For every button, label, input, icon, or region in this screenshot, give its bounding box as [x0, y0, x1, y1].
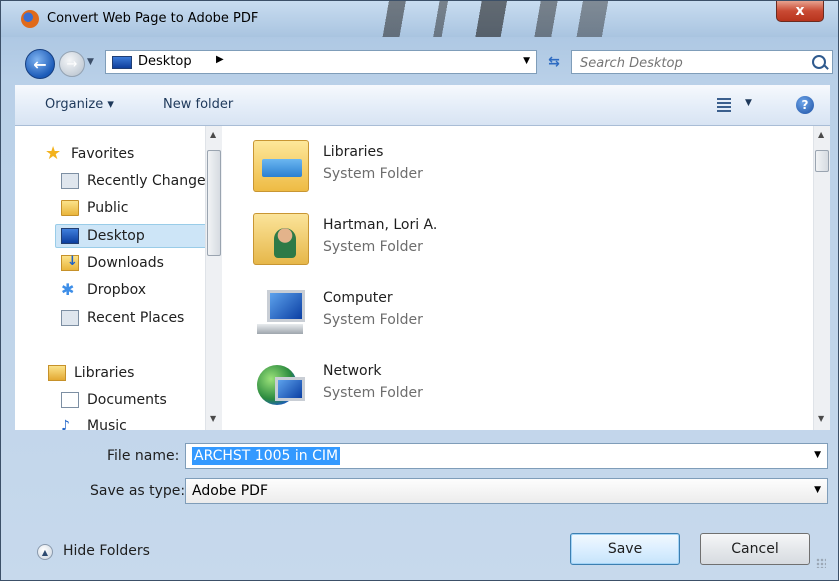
sidebar-item-music[interactable]: ♪ Music: [61, 414, 127, 430]
scrollbar-thumb[interactable]: [815, 150, 829, 172]
view-options-dropdown-icon[interactable]: ▼: [745, 98, 752, 108]
file-name-label: Network: [323, 363, 382, 379]
save-form: File name: ARCHST 1005 in CIM ▼ Save as …: [15, 431, 830, 511]
back-button[interactable]: ←: [25, 49, 55, 79]
sidebar-item-label: Music: [87, 418, 127, 430]
save-dialog-window: Convert Web Page to Adobe PDF x ← → ▼ De…: [0, 0, 839, 581]
sidebar-item-dropbox[interactable]: ✱ Dropbox: [61, 278, 146, 302]
file-list: Libraries System Folder Hartman, Lori A.…: [237, 126, 813, 430]
resize-grip-icon[interactable]: [816, 558, 826, 568]
search-box[interactable]: [571, 50, 833, 74]
navigation-bar: ← → ▼ Desktop ▶ ▼ ⇆: [15, 45, 833, 79]
file-type-label: System Folder: [323, 166, 423, 182]
sidebar-item-label: Recent Places: [87, 310, 185, 326]
window-title: Convert Web Page to Adobe PDF: [47, 11, 259, 26]
save-as-type-value[interactable]: Adobe PDF: [192, 482, 268, 500]
file-type-label: System Folder: [323, 312, 423, 328]
sidebar-item-recently-changed[interactable]: Recently Changed: [61, 169, 215, 193]
address-dropdown-icon[interactable]: ▼: [523, 56, 530, 66]
help-icon[interactable]: ?: [796, 96, 814, 114]
sidebar-item-recent-places[interactable]: Recent Places: [61, 306, 184, 330]
sidebar-item-label: Favorites: [71, 146, 135, 162]
file-name-label: File name:: [107, 448, 180, 464]
search-icon[interactable]: [812, 55, 826, 69]
libraries-icon: [48, 365, 66, 381]
cancel-button[interactable]: Cancel: [700, 533, 810, 565]
file-name-label: Hartman, Lori A.: [323, 217, 438, 233]
sidebar-item-documents[interactable]: Documents: [61, 388, 167, 412]
hide-folders-button[interactable]: Hide Folders: [63, 543, 150, 559]
save-button[interactable]: Save: [570, 533, 680, 565]
list-item-libraries[interactable]: Libraries System Folder: [253, 134, 533, 200]
computer-icon: [253, 286, 309, 338]
file-list-scrollbar[interactable]: ▲ ▼: [813, 126, 830, 430]
libraries-folder-icon: [253, 140, 309, 192]
star-icon: ★: [45, 143, 62, 164]
file-type-label: System Folder: [323, 239, 423, 255]
folder-icon: [61, 200, 79, 216]
scroll-down-icon[interactable]: ▼: [818, 414, 824, 423]
desktop-icon: [112, 56, 132, 69]
change-view-icon[interactable]: [717, 98, 731, 112]
file-name-label: Computer: [323, 290, 393, 306]
file-type-label: System Folder: [323, 385, 423, 401]
user-folder-icon: [253, 213, 309, 265]
save-as-type-dropdown-icon[interactable]: ▼: [814, 485, 821, 495]
firefox-icon: [21, 10, 39, 28]
command-toolbar: Organize ▾ New folder ▼ ?: [15, 85, 830, 126]
sidebar-item-label: Dropbox: [87, 282, 146, 298]
recent-changed-icon: [61, 173, 79, 189]
sidebar-item-label: Libraries: [74, 365, 135, 381]
save-as-type-label: Save as type:: [90, 483, 186, 499]
scroll-down-icon[interactable]: ▼: [210, 414, 216, 423]
close-button[interactable]: x: [776, 1, 824, 22]
refresh-icon[interactable]: ⇆: [539, 50, 569, 74]
downloads-icon: [61, 254, 79, 271]
sidebar-item-favorites[interactable]: ★ Favorites: [45, 142, 134, 166]
title-bar: Convert Web Page to Adobe PDF x: [1, 1, 838, 37]
breadcrumb-chevron-icon[interactable]: ▶: [216, 54, 224, 65]
collapse-icon[interactable]: ▲: [37, 544, 53, 560]
new-folder-button[interactable]: New folder: [163, 97, 233, 112]
list-item-user-folder[interactable]: Hartman, Lori A. System Folder: [253, 207, 533, 273]
sidebar-item-downloads[interactable]: Downloads: [61, 251, 164, 275]
navigation-pane: ★ Favorites Recently Changed Public Desk…: [15, 126, 220, 430]
save-as-type-select[interactable]: Adobe PDF ▼: [185, 478, 828, 504]
forward-button[interactable]: →: [59, 51, 85, 77]
network-icon: [253, 359, 309, 411]
music-icon: ♪: [61, 418, 70, 430]
file-name-field[interactable]: ARCHST 1005 in CIM ▼: [185, 443, 828, 469]
file-name-input[interactable]: ARCHST 1005 in CIM: [192, 447, 341, 465]
address-location[interactable]: Desktop: [138, 54, 192, 69]
file-name-dropdown-icon[interactable]: ▼: [814, 450, 821, 460]
dropbox-icon: ✱: [61, 280, 75, 299]
sidebar-item-label: Documents: [87, 392, 167, 408]
organize-button[interactable]: Organize ▾: [45, 97, 114, 112]
sidebar-item-label: Public: [87, 200, 129, 216]
scroll-up-icon[interactable]: ▲: [818, 130, 824, 139]
sidebar-item-label: Recently Changed: [87, 173, 215, 189]
address-bar[interactable]: Desktop ▶ ▼: [105, 50, 537, 74]
sidebar-item-libraries[interactable]: Libraries: [48, 361, 134, 385]
sidebar-item-label: Desktop: [87, 228, 145, 244]
desktop-icon: [61, 228, 79, 244]
sidebar-item-public[interactable]: Public: [61, 196, 128, 220]
scroll-up-icon[interactable]: ▲: [210, 130, 216, 139]
recent-locations-dropdown-icon[interactable]: ▼: [87, 57, 94, 67]
documents-icon: [61, 392, 79, 408]
sidebar-item-label: Downloads: [87, 255, 164, 271]
file-name-label: Libraries: [323, 144, 384, 160]
sidebar-item-desktop[interactable]: Desktop: [55, 224, 217, 248]
browser-pane: ★ Favorites Recently Changed Public Desk…: [15, 126, 830, 430]
recent-places-icon: [61, 310, 79, 326]
navigation-pane-scrollbar[interactable]: ▲ ▼: [205, 126, 222, 430]
list-item-computer[interactable]: Computer System Folder: [253, 280, 533, 346]
search-input[interactable]: [578, 53, 802, 73]
dialog-footer: ▲ Hide Folders Save Cancel: [15, 521, 830, 571]
list-item-network[interactable]: Network System Folder: [253, 353, 533, 419]
scrollbar-thumb[interactable]: [207, 150, 221, 256]
